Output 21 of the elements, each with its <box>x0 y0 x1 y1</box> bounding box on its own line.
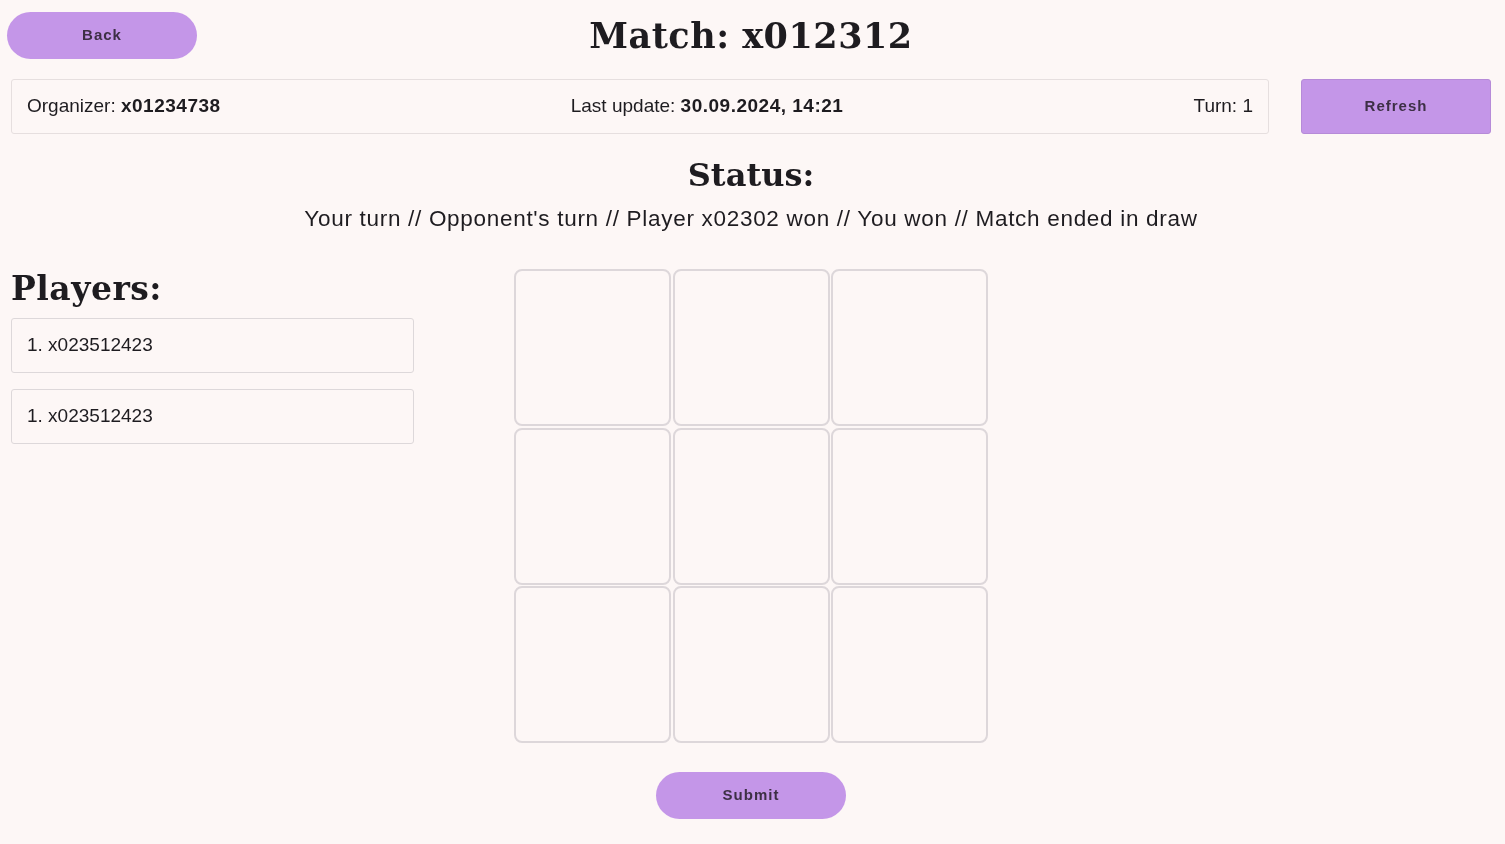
board-cell[interactable] <box>672 586 830 744</box>
player-entry: 1. x023512423 <box>11 388 414 444</box>
board-cell[interactable] <box>672 427 830 585</box>
board-cell[interactable] <box>831 427 988 585</box>
board-cell[interactable] <box>514 586 671 744</box>
board-cell[interactable] <box>831 269 988 427</box>
player-entry: 1. x023512423 <box>11 317 414 373</box>
last-update-text: Last update: 30.09.2024, 14:21 <box>570 94 844 119</box>
back-button[interactable]: Back <box>7 12 197 59</box>
submit-button[interactable]: Submit <box>656 772 846 820</box>
board-cell[interactable] <box>672 269 830 427</box>
board-cell[interactable] <box>831 586 988 744</box>
players-heading: Players: <box>11 269 164 309</box>
organizer-text: Organizer: x01234738 <box>27 94 221 119</box>
board-cell[interactable] <box>514 269 671 427</box>
board-cell[interactable] <box>514 427 671 585</box>
status-text: Your turn // Opponent's turn // Player x02302 won // You won // Match ended in draw <box>303 205 1199 234</box>
turn-text: Turn: 1 <box>1193 94 1253 119</box>
status-heading: Status: <box>686 156 816 195</box>
refresh-button[interactable]: Refresh <box>1301 79 1491 134</box>
page-title: Match: x012312 <box>589 14 913 57</box>
